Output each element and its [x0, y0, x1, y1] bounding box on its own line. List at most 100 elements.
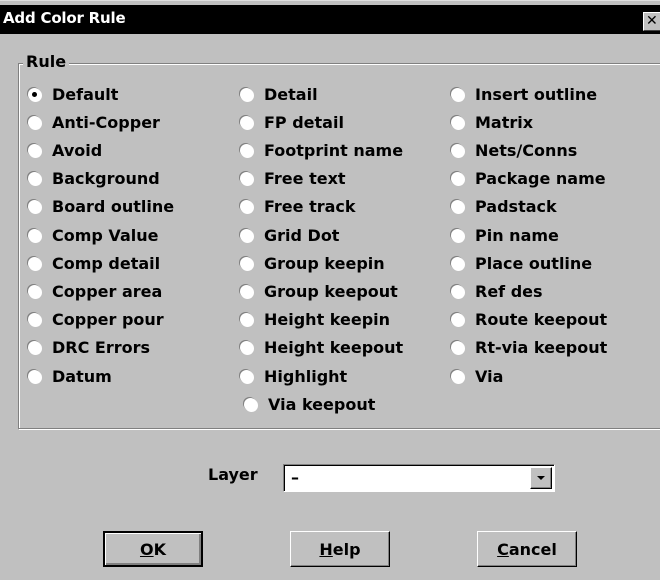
radio-height-keepout[interactable]: Height keepout — [240, 338, 403, 358]
radio-circle-icon[interactable] — [240, 228, 253, 242]
radio-circle-icon[interactable] — [28, 172, 41, 186]
radio-padstack[interactable]: Padstack — [451, 197, 557, 217]
radio-circle-icon[interactable] — [451, 284, 464, 298]
radio-fp-detail[interactable]: FP detail — [240, 112, 344, 132]
radio-circle-icon[interactable] — [240, 115, 253, 129]
radio-detail[interactable]: Detail — [240, 84, 318, 104]
radio-anti-copper[interactable]: Anti-Copper — [28, 112, 160, 132]
radio-circle-icon[interactable] — [28, 87, 41, 101]
cancel-label-rest: ancel — [508, 539, 557, 559]
radio-group-keepout[interactable]: Group keepout — [240, 281, 398, 301]
ok-label-rest: K — [153, 539, 166, 559]
radio-label: Footprint name — [264, 140, 404, 160]
ok-button[interactable]: OK — [103, 531, 203, 567]
radio-circle-icon[interactable] — [28, 369, 41, 383]
radio-rt-via-keepout[interactable]: Rt-via keepout — [451, 338, 607, 358]
radio-label: Grid Dot — [264, 225, 340, 245]
radio-circle-icon[interactable] — [240, 87, 253, 101]
radio-via-keepout[interactable]: Via keepout — [244, 394, 375, 414]
radio-route-keepout[interactable]: Route keepout — [451, 310, 607, 330]
radio-nets-conns[interactable]: Nets/Conns — [451, 140, 577, 160]
radio-highlight[interactable]: Highlight — [240, 366, 347, 386]
radio-copper-area[interactable]: Copper area — [28, 281, 162, 301]
radio-label: Board outline — [52, 197, 175, 217]
radio-comp-value[interactable]: Comp Value — [28, 225, 158, 245]
close-icon[interactable]: ✕ — [643, 12, 660, 31]
radio-circle-icon[interactable] — [28, 256, 41, 270]
radio-circle-icon[interactable] — [28, 143, 41, 157]
radio-board-outline[interactable]: Board outline — [28, 197, 174, 217]
radio-label: Via keepout — [268, 394, 376, 414]
radio-circle-icon[interactable] — [240, 369, 253, 383]
radio-circle-icon[interactable] — [240, 341, 253, 355]
radio-drc-errors[interactable]: DRC Errors — [28, 338, 150, 358]
radio-circle-icon[interactable] — [451, 200, 464, 214]
radio-pin-name[interactable]: Pin name — [451, 225, 559, 245]
radio-label: Group keepout — [264, 281, 398, 301]
radio-label: Nets/Conns — [475, 140, 578, 160]
radio-label: DRC Errors — [52, 338, 151, 358]
radio-circle-icon[interactable] — [451, 369, 464, 383]
radio-circle-icon[interactable] — [451, 256, 464, 270]
radio-circle-icon[interactable] — [451, 172, 464, 186]
radio-circle-icon[interactable] — [240, 284, 253, 298]
radio-label: Anti-Copper — [52, 112, 160, 132]
radio-circle-icon[interactable] — [28, 313, 41, 327]
radio-circle-icon[interactable] — [451, 313, 464, 327]
radio-avoid[interactable]: Avoid — [28, 140, 102, 160]
radio-place-outline[interactable]: Place outline — [451, 253, 592, 273]
layer-dropdown[interactable]: – — [283, 464, 555, 492]
radio-circle-icon[interactable] — [28, 228, 41, 242]
radio-insert-outline[interactable]: Insert outline — [451, 84, 597, 104]
radio-package-name[interactable]: Package name — [451, 169, 606, 189]
radio-circle-icon[interactable] — [451, 228, 464, 242]
radio-default[interactable]: Default — [28, 84, 118, 104]
help-button[interactable]: Help — [290, 531, 390, 567]
radio-circle-icon[interactable] — [240, 172, 253, 186]
radio-label: Package name — [475, 169, 606, 189]
radio-footprint-name[interactable]: Footprint name — [240, 140, 403, 160]
radio-label: Comp Value — [52, 225, 159, 245]
radio-label: Insert outline — [475, 84, 598, 104]
radio-circle-icon[interactable] — [451, 143, 464, 157]
radio-label: Highlight — [264, 366, 348, 386]
radio-circle-icon[interactable] — [451, 341, 464, 355]
radio-circle-icon[interactable] — [240, 200, 253, 214]
radio-grid-dot[interactable]: Grid Dot — [240, 225, 339, 245]
radio-via[interactable]: Via — [451, 366, 503, 386]
radio-label: FP detail — [264, 112, 344, 132]
radio-group-keepin[interactable]: Group keepin — [240, 253, 385, 273]
help-label-rest: elp — [332, 539, 361, 559]
radio-label: Copper area — [52, 281, 163, 301]
radio-circle-icon[interactable] — [240, 256, 253, 270]
radio-circle-icon[interactable] — [244, 397, 257, 411]
radio-matrix[interactable]: Matrix — [451, 112, 533, 132]
cancel-button[interactable]: Cancel — [477, 531, 577, 567]
radio-label: Avoid — [52, 140, 103, 160]
radio-circle-icon[interactable] — [240, 143, 253, 157]
radio-background[interactable]: Background — [28, 169, 160, 189]
title-bar: Add Color Rule ✕ — [0, 5, 660, 34]
radio-label: Padstack — [475, 197, 557, 217]
radio-ref-des[interactable]: Ref des — [451, 281, 543, 301]
radio-circle-icon[interactable] — [28, 341, 41, 355]
radio-circle-icon[interactable] — [451, 87, 464, 101]
window-title: Add Color Rule — [3, 9, 126, 27]
radio-circle-icon[interactable] — [28, 200, 41, 214]
chevron-down-icon[interactable] — [530, 467, 552, 489]
radio-circle-icon[interactable] — [28, 115, 41, 129]
help-mnemonic: H — [319, 539, 333, 559]
radio-free-text[interactable]: Free text — [240, 169, 346, 189]
radio-label: Free track — [264, 197, 356, 217]
radio-copper-pour[interactable]: Copper pour — [28, 310, 164, 330]
radio-datum[interactable]: Datum — [28, 366, 112, 386]
radio-height-keepin[interactable]: Height keepin — [240, 310, 390, 330]
radio-label: Background — [52, 169, 160, 189]
radio-free-track[interactable]: Free track — [240, 197, 356, 217]
radio-circle-icon[interactable] — [240, 313, 253, 327]
radio-circle-icon[interactable] — [28, 284, 41, 298]
radio-comp-detail[interactable]: Comp detail — [28, 253, 160, 273]
radio-label: Matrix — [475, 112, 534, 132]
radio-label: Height keepout — [264, 338, 404, 358]
radio-circle-icon[interactable] — [451, 115, 464, 129]
